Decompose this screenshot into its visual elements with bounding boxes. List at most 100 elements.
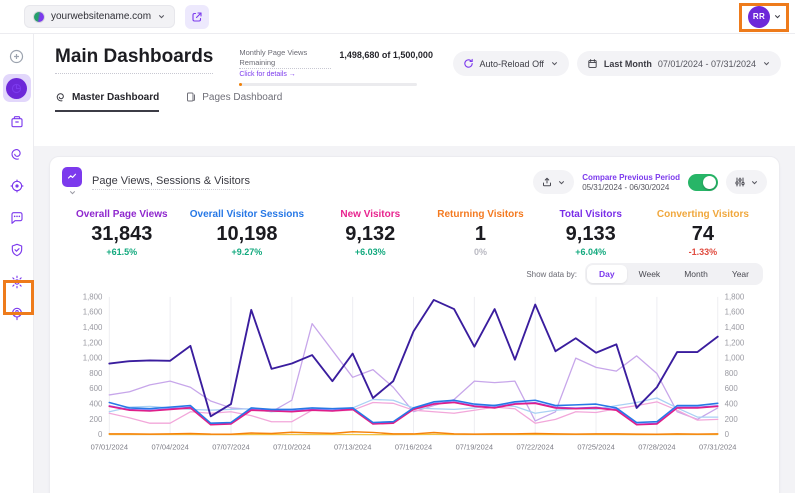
quota-details-link[interactable]: Click for details → <box>239 71 331 78</box>
chat-icon <box>9 210 25 226</box>
quota-label: Monthly Page Views Remaining <box>239 48 331 69</box>
compare-label: Compare Previous Period <box>582 173 680 182</box>
quota-value: 1,498,680 of 1,500,000 <box>339 50 433 78</box>
avatar[interactable]: RR <box>748 6 770 28</box>
svg-text:07/31/2024: 07/31/2024 <box>699 442 736 451</box>
pages-icon <box>185 91 197 103</box>
chart-widget-icon <box>62 167 82 187</box>
metric-converting-visitors: Converting Visitors 74 -1.33% <box>657 209 749 257</box>
svg-text:1,000: 1,000 <box>83 354 103 363</box>
person-pin-icon <box>9 306 25 322</box>
sidebar <box>0 34 34 493</box>
svg-text:07/25/2024: 07/25/2024 <box>577 442 614 451</box>
metric-new-visitors: New Visitors 9,132 +6.03% <box>326 209 414 257</box>
website-selector[interactable]: yourwebsitename.com <box>24 5 175 28</box>
granularity-year[interactable]: Year <box>720 265 761 283</box>
svg-text:07/13/2024: 07/13/2024 <box>334 442 371 451</box>
auto-reload-label: Auto-Reload Off <box>480 59 544 69</box>
metric-overall-page-views: Overall Page Views 31,843 +61.5% <box>76 209 168 257</box>
svg-text:07/01/2024: 07/01/2024 <box>91 442 128 451</box>
granularity-day[interactable]: Day <box>587 265 627 283</box>
date-range-dropdown[interactable]: Last Month 07/01/2024 - 07/31/2024 <box>577 51 781 76</box>
svg-text:1,800: 1,800 <box>725 292 745 301</box>
main-area: Main Dashboards Monthly Page Views Remai… <box>34 34 795 493</box>
svg-text:200: 200 <box>89 415 103 424</box>
topbar: yourwebsitename.com RR <box>0 0 795 34</box>
target-icon <box>9 178 25 194</box>
svg-text:07/07/2024: 07/07/2024 <box>212 442 249 451</box>
external-link-icon <box>191 11 203 23</box>
sidebar-item-feedback[interactable] <box>3 204 31 232</box>
period-range: 07/01/2024 - 07/31/2024 <box>658 59 756 69</box>
chevron-down-icon <box>750 178 759 187</box>
tab-label: Master Dashboard <box>72 92 159 103</box>
svg-text:07/04/2024: 07/04/2024 <box>151 442 188 451</box>
archive-icon <box>9 114 25 130</box>
metric-overall-visitor-sessions: Overall Visitor Sessions 10,198 +9.27% <box>190 209 304 257</box>
auto-reload-dropdown[interactable]: Auto-Reload Off <box>453 51 569 76</box>
svg-text:0: 0 <box>98 430 103 439</box>
plus-icon <box>8 48 25 65</box>
sidebar-item-settings[interactable] <box>3 268 31 296</box>
granularity-segmented-control: Day Week Month Year <box>585 263 763 285</box>
granularity-month[interactable]: Month <box>672 265 720 283</box>
svg-text:07/28/2024: 07/28/2024 <box>638 442 675 451</box>
card-icon-dropdown[interactable] <box>62 167 82 197</box>
tab-label: Pages Dashboard <box>202 92 282 103</box>
svg-text:1,000: 1,000 <box>725 354 745 363</box>
line-chart[interactable]: 002002004004006006008008001,0001,0001,20… <box>62 289 767 466</box>
toggle-knob <box>703 176 716 189</box>
spiral-icon <box>9 146 25 162</box>
svg-text:1,400: 1,400 <box>83 323 103 332</box>
sliders-icon <box>734 176 746 188</box>
pageviews-card: Page Views, Sessions & Visitors Compare … <box>49 156 780 493</box>
metric-returning-visitors: Returning Visitors 1 0% <box>436 209 524 257</box>
chevron-down-icon <box>557 178 566 187</box>
user-menu[interactable]: RR <box>743 3 787 31</box>
sidebar-item-modules[interactable] <box>3 108 31 136</box>
chevron-down-icon <box>773 12 782 21</box>
chevron-down-icon <box>68 188 77 197</box>
compare-toggle[interactable] <box>688 174 718 191</box>
granularity-week[interactable]: Week <box>627 265 673 283</box>
chevron-down-icon <box>157 12 166 21</box>
card-title: Page Views, Sessions & Visitors <box>92 175 250 190</box>
quota-widget: Monthly Page Views Remaining Click for d… <box>239 48 417 86</box>
tab-master-dashboard[interactable]: Master Dashboard <box>55 90 159 112</box>
chart-options-dropdown[interactable] <box>726 170 767 194</box>
sidebar-item-account[interactable] <box>3 300 31 328</box>
show-data-by-label: Show data by: <box>526 270 577 279</box>
sidebar-item-visitors[interactable] <box>3 172 31 200</box>
granularity-row: Show data by: Day Week Month Year <box>62 261 767 289</box>
metric-total-visitors: Total Visitors 9,133 +6.04% <box>547 209 635 257</box>
spiral-icon <box>55 91 67 103</box>
app-window: yourwebsitename.com RR <box>0 0 795 493</box>
sidebar-item-add[interactable] <box>3 42 31 70</box>
compare-range: 05/31/2024 - 06/30/2024 <box>582 183 680 192</box>
dashboard-tabs: Master Dashboard Pages Dashboard <box>34 90 795 112</box>
export-dropdown[interactable] <box>533 170 574 194</box>
quota-progressbar <box>239 83 417 86</box>
svg-text:1,800: 1,800 <box>83 292 103 301</box>
calendar-icon <box>587 58 598 69</box>
sidebar-item-dashboards[interactable] <box>3 74 31 102</box>
metric-summary-row: Overall Page Views 31,843 +61.5% Overall… <box>62 197 767 261</box>
svg-text:600: 600 <box>725 384 739 393</box>
svg-text:1,200: 1,200 <box>725 338 745 347</box>
svg-text:200: 200 <box>725 415 739 424</box>
svg-text:600: 600 <box>89 384 103 393</box>
period-label: Last Month <box>604 59 652 69</box>
svg-text:1,600: 1,600 <box>725 308 745 317</box>
sidebar-item-privacy[interactable] <box>3 236 31 264</box>
open-website-button[interactable] <box>185 5 209 29</box>
svg-text:800: 800 <box>725 369 739 378</box>
gear-icon <box>9 274 25 290</box>
content-area: Page Views, Sessions & Visitors Compare … <box>34 146 795 493</box>
svg-text:07/22/2024: 07/22/2024 <box>517 442 554 451</box>
website-name: yourwebsitename.com <box>51 11 151 22</box>
sidebar-item-behavior[interactable] <box>3 140 31 168</box>
svg-text:1,200: 1,200 <box>83 338 103 347</box>
svg-text:400: 400 <box>725 400 739 409</box>
svg-text:07/19/2024: 07/19/2024 <box>456 442 493 451</box>
tab-pages-dashboard[interactable]: Pages Dashboard <box>185 90 282 112</box>
